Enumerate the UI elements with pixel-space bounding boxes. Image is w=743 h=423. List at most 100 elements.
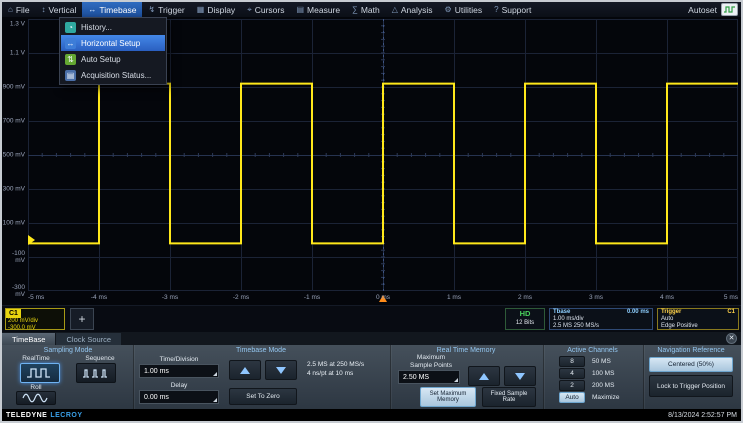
tbase-samples: 2.5 MS 250 MS/s [553,323,649,330]
roll-label: Roll [16,384,56,391]
navigation-reference-header: Navigation Reference [643,345,739,354]
menu-item-label: Trigger [158,5,185,15]
max-sample-points-label: Maximum Sample Points [394,354,468,369]
brand-teledyne: TELEDYNE [6,412,47,419]
arrow-down-icon [276,367,286,374]
sample-points-up-button[interactable] [468,366,500,386]
trigger-title: Trigger [661,309,681,316]
active-channels-2-button[interactable]: 2 [559,380,585,391]
dropdown-item-label: Auto Setup [81,55,121,64]
real-time-memory-header: Real Time Memory [390,345,542,354]
tab-clock-source[interactable]: Clock Source [56,333,121,345]
dropdown-item-horizontal-setup[interactable]: ↔Horizontal Setup [61,35,165,51]
sampling-info: 2.5 MS at 250 MS/s 4 ns/pt at 10 ms [307,361,364,378]
active-channels-header: Active Channels [543,345,642,354]
horizontal-setup-icon: ↔ [65,38,76,49]
menu-item-vertical[interactable]: ↕Vertical [36,2,83,17]
x-axis-label: 2 ms [518,294,532,301]
dropdown-item-auto-setup[interactable]: ⇅Auto Setup [61,51,165,67]
math-icon: ∑ [352,5,358,14]
menu-item-timebase[interactable]: ↔Timebase [82,2,142,17]
timebase-menu-dropdown: ◔History...↔Horizontal Setup⇅Auto Setup▤… [59,17,167,85]
dialog-body: Sampling Mode RealTime Sequence Roll [2,345,741,409]
display-icon: ▦ [197,5,205,14]
time-division-input[interactable]: 1.00 ms [139,364,219,378]
x-axis-label: 0 ms [376,294,390,301]
menu-item-analysis[interactable]: △Analysis [386,2,439,17]
arrow-up-icon [240,367,250,374]
trigger-type: Edge Positive [661,323,735,330]
autoset-button[interactable]: Autoset [688,2,741,17]
time-division-steppers [229,360,297,380]
x-axis-label: 5 ms [724,294,738,301]
close-icon[interactable]: ✕ [726,333,737,344]
roll-wave-icon [22,392,50,404]
sampling-buttons [4,363,132,383]
active-channels-4-button[interactable]: 4 [559,368,585,379]
lock-to-trigger-position-button[interactable]: Lock to Trigger Position [649,375,733,397]
dialog-tab-bar: TimeBase Clock Source ✕ [2,332,741,345]
time-division-down-button[interactable] [265,360,297,380]
set-maximum-memory-button[interactable]: Set Maximum Memory [420,387,476,407]
max-sample-points-label-line2: Sample Points [394,362,468,370]
time-division-up-button[interactable] [229,360,261,380]
active-channels-options: 8 50 MS 4 100 MS 2 200 MS Auto Maximize [543,355,642,403]
fixed-sample-rate-button[interactable]: Fixed Sample Rate [482,387,536,407]
active-channels-8-button[interactable]: 8 [559,356,585,367]
sampling-labels: RealTime Sequence [4,355,132,362]
channel-c1-descriptor[interactable]: C1 200 mV/div -300.0 mV [5,308,65,330]
active-channels-desc: 200 MS [592,382,614,389]
trigger-icon: ↯ [148,5,155,14]
roll-mode-button[interactable] [16,391,56,405]
sequence-mode-button[interactable] [76,363,116,383]
x-axis-label: -3 ms [162,294,178,301]
dropdown-item-acquisition-status[interactable]: ▤Acquisition Status... [61,67,165,83]
resolution-badge: HD 12 Bits [505,308,545,330]
active-channels-desc: 50 MS [592,358,611,365]
delay-label: Delay [139,382,219,389]
y-axis-label: 900 mV [2,84,25,91]
timebase-mode-header: Timebase Mode [133,345,389,354]
dropdown-item-history[interactable]: ◔History... [61,19,165,35]
menu-item-measure[interactable]: ▤Measure [290,2,346,17]
menu-item-file[interactable]: ⌂File [2,2,36,17]
active-channels-section: Active Channels 8 50 MS 4 100 MS 2 200 MS Auto… [543,345,642,409]
active-channels-auto-button[interactable]: Auto [559,392,585,403]
realtime-mode-button[interactable] [20,363,60,383]
menu-item-utilities[interactable]: ⚙Utilities [439,2,489,17]
menu-bar: ⌂File↕Vertical↔Timebase↯Trigger▦Display⌖… [2,2,741,17]
menu-item-trigger[interactable]: ↯Trigger [142,2,190,17]
menu-item-support[interactable]: ?Support [488,2,537,17]
tab-timebase[interactable]: TimeBase [2,333,55,345]
menu-item-label: Measure [307,5,340,15]
menu-item-cursors[interactable]: ⌖Cursors [241,2,290,17]
arrow-up-icon [479,373,489,380]
max-sample-points-input[interactable]: 2.50 MS [398,370,460,384]
menu-item-display[interactable]: ▦Display [191,2,241,17]
sample-points-down-button[interactable] [504,366,536,386]
menu-items: ⌂File↕Vertical↔Timebase↯Trigger▦Display⌖… [2,2,537,17]
menu-item-math[interactable]: ∑Math [346,2,386,17]
active-channels-desc: Maximize [592,394,619,401]
centered-button[interactable]: Centered (50%) [649,357,733,372]
cursors-icon: ⌖ [247,5,252,15]
x-axis-label: 3 ms [589,294,603,301]
timebase-summary[interactable]: Tbase 0.00 ms 1.00 ms/div 2.5 MS 250 MS/… [549,308,653,330]
realtime-label: RealTime [4,355,68,362]
delay-input[interactable]: 0.00 ms [139,390,219,404]
c1-waveform-trace [28,84,738,244]
autoset-label: Autoset [688,5,717,15]
trigger-summary[interactable]: Trigger C1 Auto Edge Positive [657,308,739,330]
add-trace-button[interactable]: + [70,308,94,330]
burst-wave-icon [82,367,110,379]
active-channels-desc: 100 MS [592,370,614,377]
y-axis-label: 700 mV [2,118,25,125]
set-to-zero-button[interactable]: Set To Zero [229,388,297,405]
x-axis-label: 4 ms [660,294,674,301]
active-channels-row: 2 200 MS [543,379,642,391]
datetime: 8/13/2024 2:52:57 PM [668,412,737,419]
active-channels-row: Auto Maximize [543,391,642,403]
timebase-icon: ↔ [88,5,96,14]
x-axis-label: -1 ms [304,294,320,301]
tbase-scale: 1.00 ms/div [553,316,649,323]
